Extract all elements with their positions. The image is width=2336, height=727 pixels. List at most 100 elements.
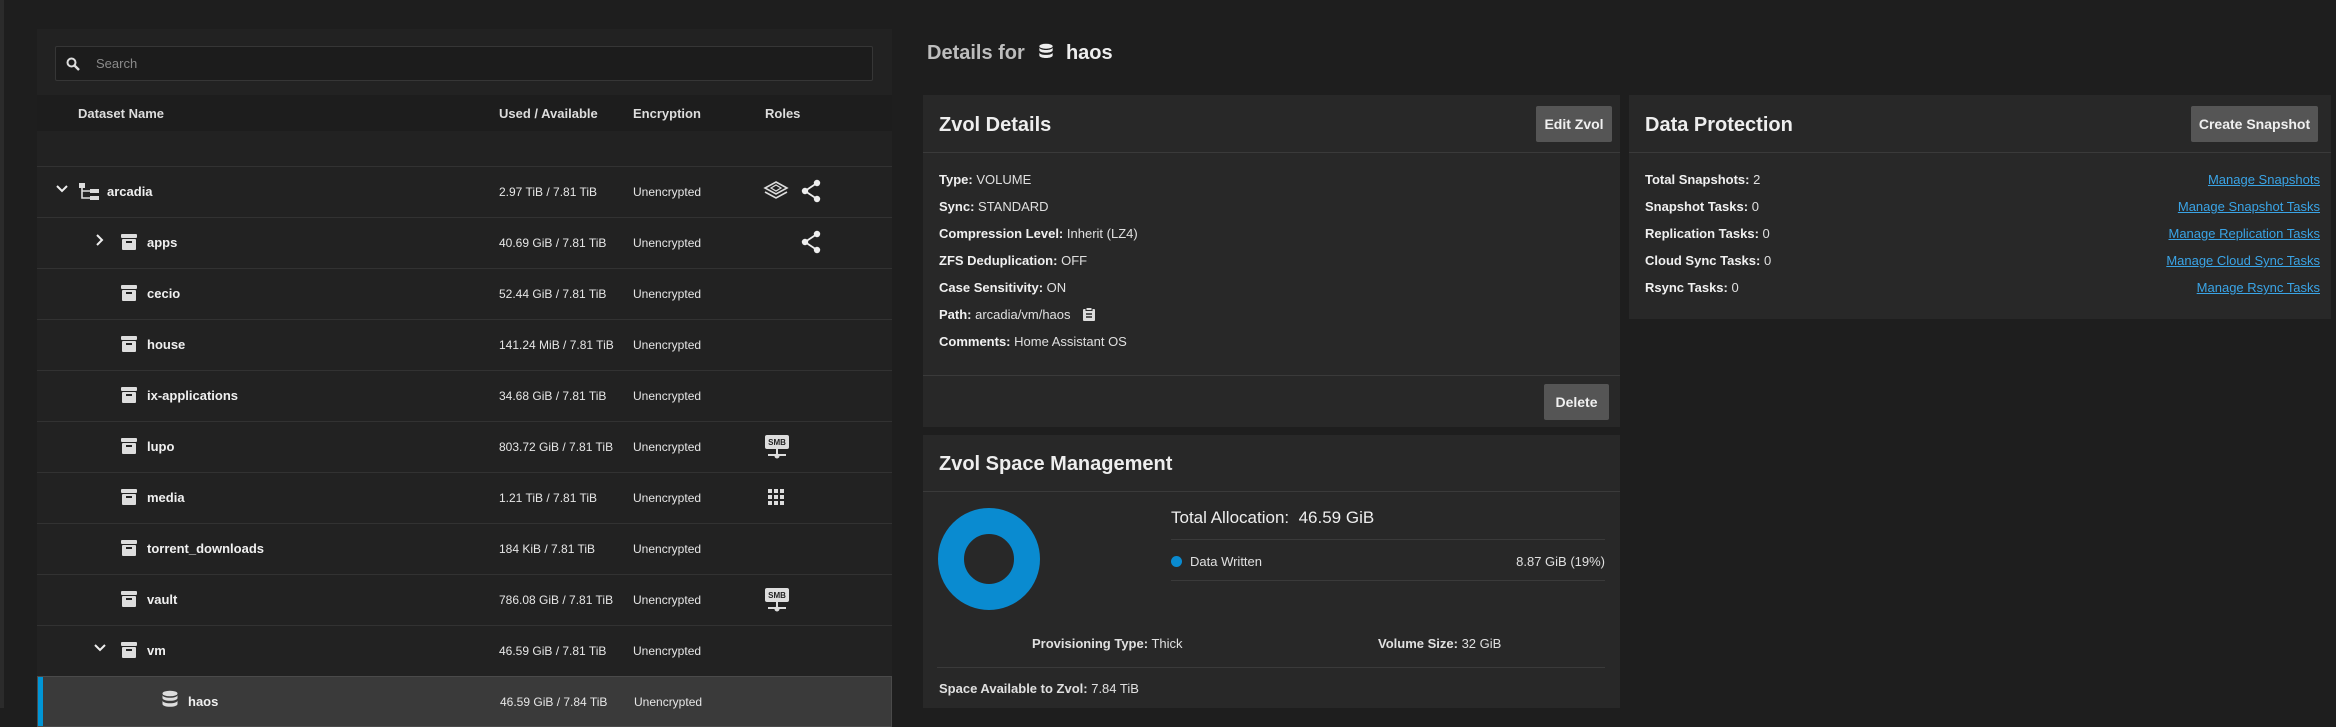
field-type: Type: VOLUME: [939, 172, 1032, 187]
zvol-space-card: Zvol Space Management Total Allocation: …: [923, 435, 1620, 708]
total-allocation: Total Allocation: 46.59 GiB: [1171, 508, 1375, 527]
volume-size: Volume Size: 32 GiB: [1378, 636, 1502, 651]
dataset-icon: [121, 489, 137, 505]
protection-rsync-tasks: Rsync Tasks: 0: [1645, 280, 1739, 295]
tree-header: Dataset Name Used / Available Encryption…: [37, 95, 892, 131]
divider: [923, 375, 1620, 376]
data-protection-card: Data Protection Create Snapshot Total Sn…: [1629, 95, 2331, 319]
share-icon: [801, 179, 821, 203]
dataset-used: 52.44 GiB / 7.81 TiB: [499, 287, 607, 301]
dataset-name: ix-applications: [147, 388, 239, 403]
dataset-encryption: Unencrypted: [633, 440, 702, 454]
manage-rsync-tasks-link[interactable]: Manage Rsync Tasks: [2197, 280, 2320, 295]
space-donut-chart: [938, 508, 1040, 610]
create-snapshot-button[interactable]: Create Snapshot: [2191, 106, 2318, 142]
smb-share-icon: SMB: [765, 588, 789, 612]
divider: [937, 667, 1605, 668]
legend-dot: [1171, 556, 1182, 567]
dataset-icon: [121, 438, 137, 454]
column-header-used: Used / Available: [499, 106, 598, 121]
dataset-name: haos: [188, 694, 219, 709]
dataset-used: 40.69 GiB / 7.81 TiB: [499, 236, 607, 250]
dataset-used: 803.72 GiB / 7.81 TiB: [499, 440, 614, 454]
details-heading: Details for haos: [927, 42, 1113, 65]
dataset-used: 46.59 GiB / 7.84 TiB: [500, 695, 608, 709]
search-box[interactable]: [55, 46, 873, 81]
divider: [923, 491, 1620, 492]
dataset-name: torrent_downloads: [147, 541, 265, 556]
apps-grid-icon: [768, 489, 784, 505]
field-path: Path: arcadia/vm/haos: [939, 307, 1096, 322]
chevron-down-icon[interactable]: [54, 181, 70, 197]
dataset-used: 141.24 MiB / 7.81 TiB: [499, 338, 614, 352]
smb-label: SMB: [768, 591, 786, 600]
column-header-encryption: Encryption: [633, 106, 701, 121]
manage-replication-tasks-link[interactable]: Manage Replication Tasks: [2168, 226, 2320, 241]
space-available: Space Available to Zvol: 7.84 TiB: [939, 681, 1139, 696]
divider: [1629, 152, 2331, 153]
legend-data-written: Data Written: [1171, 554, 1262, 569]
dataset-row-vm[interactable]: vm 46.59 GiB / 7.81 TiB Unencrypted: [37, 625, 892, 676]
dataset-encryption: Unencrypted: [633, 338, 702, 352]
dataset-row-house[interactable]: house 141.24 MiB / 7.81 TiB Unencrypted: [37, 319, 892, 370]
dataset-row-ix-applications[interactable]: ix-applications 34.68 GiB / 7.81 TiB Une…: [37, 370, 892, 421]
legend-data-written-value: 8.87 GiB (19%): [1516, 554, 1605, 569]
dataset-name: apps: [147, 235, 178, 250]
manage-snapshot-tasks-link[interactable]: Manage Snapshot Tasks: [2178, 199, 2320, 214]
divider: [923, 152, 1620, 153]
dataset-row-cecio[interactable]: cecio 52.44 GiB / 7.81 TiB Unencrypted: [37, 268, 892, 319]
field-case-sensitivity: Case Sensitivity: ON: [939, 280, 1067, 295]
dataset-encryption: Unencrypted: [633, 593, 702, 607]
dataset-name: vm: [147, 643, 166, 658]
edit-zvol-button[interactable]: Edit Zvol: [1536, 106, 1612, 142]
smb-label: SMB: [768, 438, 786, 447]
provisioning-type: Provisioning Type: Thick: [1032, 636, 1183, 651]
protection-total-snapshots: Total Snapshots: 2: [1645, 172, 1761, 187]
protection-cloud-sync-tasks: Cloud Sync Tasks: 0: [1645, 253, 1772, 268]
delete-button[interactable]: Delete: [1544, 384, 1609, 420]
dataset-used: 46.59 GiB / 7.81 TiB: [499, 644, 607, 658]
data-protection-title: Data Protection: [1645, 114, 1793, 136]
space-title: Zvol Space Management: [939, 453, 1173, 475]
dataset-encryption: Unencrypted: [633, 389, 702, 403]
chevron-right-icon[interactable]: [92, 232, 108, 248]
smb-share-icon: SMB: [765, 435, 789, 459]
dataset-encryption: Unencrypted: [633, 236, 702, 250]
zvol-details-card: Zvol Details Edit Zvol Type: VOLUME Sync…: [923, 95, 1620, 427]
donut-data-written: [938, 508, 1040, 610]
dataset-row-apps[interactable]: apps 40.69 GiB / 7.81 TiB Unencrypted: [37, 217, 892, 268]
dataset-row-haos[interactable]: haos 46.59 GiB / 7.84 TiB Unencrypted: [37, 676, 892, 727]
field-deduplication: ZFS Deduplication: OFF: [939, 253, 1088, 268]
dataset-used: 184 KiB / 7.81 TiB: [499, 542, 596, 556]
divider: [1171, 539, 1605, 540]
dataset-row-torrent-downloads[interactable]: torrent_downloads 184 KiB / 7.81 TiB Une…: [37, 523, 892, 574]
dataset-used: 2.97 TiB / 7.81 TiB: [499, 185, 598, 199]
dataset-icon: [121, 642, 137, 658]
dataset-row-arcadia[interactable]: arcadia 2.97 TiB / 7.81 TiB Unencrypted: [37, 166, 892, 217]
dataset-encryption: Unencrypted: [633, 542, 702, 556]
details-prefix: Details for: [927, 42, 1025, 64]
field-compression: Compression Level: Inherit (LZ4): [939, 226, 1138, 241]
dataset-name: vault: [147, 592, 178, 607]
dataset-icon: [121, 591, 137, 607]
dataset-name: house: [147, 337, 186, 352]
divider: [1171, 580, 1605, 581]
manage-cloud-sync-tasks-link[interactable]: Manage Cloud Sync Tasks: [2166, 253, 2320, 268]
pool-tree-icon: [79, 183, 99, 200]
dataset-name: cecio: [147, 286, 181, 301]
copy-clipboard-icon[interactable]: [1082, 307, 1096, 322]
dataset-encryption: Unencrypted: [633, 491, 702, 505]
dataset-row-lupo[interactable]: lupo 803.72 GiB / 7.81 TiB Unencrypted S…: [37, 421, 892, 472]
share-icon: [801, 230, 821, 254]
manage-snapshots-link[interactable]: Manage Snapshots: [2208, 172, 2320, 187]
protection-replication-tasks: Replication Tasks: 0: [1645, 226, 1770, 241]
dataset-row-vault[interactable]: vault 786.08 GiB / 7.81 TiB Unencrypted …: [37, 574, 892, 625]
dataset-row-media[interactable]: media 1.21 TiB / 7.81 TiB Unencrypted: [37, 472, 892, 523]
dataset-icon: [121, 234, 137, 250]
column-header-name: Dataset Name: [78, 106, 164, 121]
chevron-down-icon[interactable]: [92, 640, 108, 656]
dataset-encryption: Unencrypted: [633, 287, 702, 301]
search-input[interactable]: [96, 47, 856, 80]
dataset-icon: [121, 336, 137, 352]
column-header-roles: Roles: [765, 106, 801, 121]
